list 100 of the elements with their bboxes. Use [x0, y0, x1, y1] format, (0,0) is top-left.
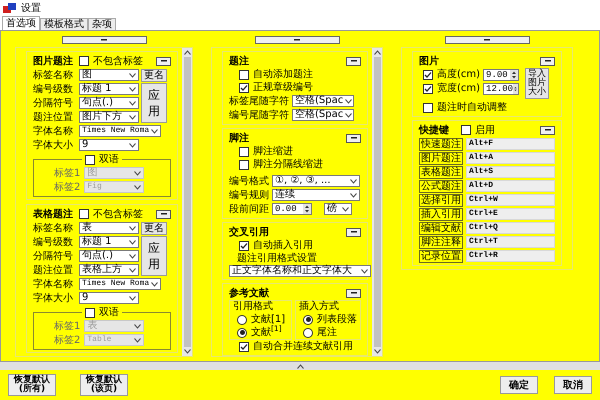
shortcut-field[interactable]: Ctrl+E: [466, 208, 555, 220]
dropdown[interactable]: ①, ②, ③, ...: [272, 175, 360, 187]
dropdown[interactable]: 图: [79, 69, 139, 81]
shortcut-field[interactable]: Ctrl+T: [466, 236, 555, 248]
dropdown[interactable]: 连续: [272, 189, 360, 201]
dropdown[interactable]: 9: [79, 139, 139, 151]
collapse-button[interactable]: [346, 288, 361, 298]
cancel-button[interactable]: 取消: [554, 376, 592, 394]
checkbox[interactable]: [423, 70, 433, 80]
dropdown[interactable]: Times New Roma: [79, 125, 161, 137]
shortcut-field[interactable]: Alt+A: [466, 152, 555, 164]
restore-all-button[interactable]: 恢复默认(所有): [8, 374, 56, 396]
radio-button[interactable]: [237, 314, 247, 324]
checkbox[interactable]: [423, 84, 433, 94]
scrollbar[interactable]: [372, 48, 382, 356]
apply-button[interactable]: 应用: [141, 236, 167, 276]
scroll-up-icon[interactable]: [374, 50, 380, 55]
section-title: 图片题注: [33, 54, 73, 68]
chevron-down-icon: [134, 170, 142, 176]
scroll-down-icon[interactable]: [184, 349, 190, 354]
checkbox[interactable]: [239, 70, 249, 80]
rename-button[interactable]: 更名: [141, 222, 167, 234]
collapse-button[interactable]: [540, 56, 555, 66]
radio-label: 列表段落: [317, 312, 357, 326]
collapse-bar[interactable]: [62, 36, 146, 44]
dropdown[interactable]: 句点(.): [79, 250, 139, 262]
tab[interactable]: 模板格式: [40, 18, 88, 30]
checkbox[interactable]: [239, 146, 249, 156]
checkbox[interactable]: [85, 308, 95, 318]
rename-button[interactable]: 更名: [141, 68, 167, 82]
dropdown[interactable]: 9: [79, 292, 139, 304]
shortcut-field[interactable]: Ctrl+W: [466, 194, 555, 206]
group-title: 引用格式: [233, 301, 274, 313]
checkbox[interactable]: [239, 240, 249, 250]
scrollbar[interactable]: [182, 48, 192, 356]
field-label: 分隔符号: [33, 96, 74, 110]
field-label: 标签1: [54, 166, 80, 180]
shortcut-label: 快速题注: [419, 138, 463, 150]
shortcut-field[interactable]: Ctrl+Q: [466, 222, 555, 234]
shortcut-field[interactable]: Ctrl+R: [466, 250, 555, 262]
checkbox[interactable]: [461, 125, 471, 135]
tab[interactable]: 杂项: [88, 18, 116, 30]
collapse-button[interactable]: [156, 56, 171, 66]
shortcut-field[interactable]: Alt+S: [466, 166, 555, 178]
radio-button[interactable]: [237, 328, 247, 338]
scroll-down-icon[interactable]: [374, 349, 380, 354]
dropdown[interactable]: 磅: [324, 203, 352, 215]
field-label: 字体名称: [33, 124, 74, 138]
collapse-bar[interactable]: [254, 36, 340, 44]
minus-icon: [350, 292, 356, 294]
app-icon: [3, 2, 17, 14]
radio-button[interactable]: [303, 314, 313, 324]
shortcut-field[interactable]: Alt+D: [466, 180, 555, 192]
field-label: 编号尾随字符: [229, 108, 289, 122]
import-size-button[interactable]: 导入图片大小: [525, 68, 550, 99]
dropdown[interactable]: 空格(Spac: [292, 109, 354, 121]
checkbox-label: 不包含标签: [93, 208, 143, 222]
dropdown[interactable]: 标题 1: [79, 83, 139, 95]
shortcut-label: 编辑文献: [419, 222, 463, 234]
collapse-button[interactable]: [346, 228, 361, 236]
apply-button[interactable]: 应用: [141, 83, 167, 123]
chevron-down-icon: [342, 206, 349, 212]
checkbox-label: 不包含标签: [93, 54, 143, 68]
field-label: 标签名称: [33, 222, 74, 236]
checkbox[interactable]: [79, 209, 89, 219]
checkbox-label: 自动插入引用: [253, 238, 313, 252]
restore-page-button[interactable]: 恢复默认(该页): [80, 374, 128, 396]
checkbox[interactable]: [423, 102, 433, 112]
chevron-down-icon: [129, 240, 136, 244]
checkbox[interactable]: [239, 82, 249, 92]
collapse-button[interactable]: [346, 56, 361, 66]
scroll-up-icon[interactable]: [184, 50, 190, 55]
collapse-button[interactable]: [156, 210, 171, 218]
spin-arrows-icon: [303, 204, 311, 214]
chevron-down-icon: [129, 268, 136, 272]
dropdown[interactable]: 标题 1: [79, 236, 139, 248]
collapse-bar[interactable]: [444, 36, 530, 44]
checkbox[interactable]: [85, 154, 95, 164]
dropdown[interactable]: Times New Roma: [79, 278, 161, 290]
dropdown[interactable]: 表: [79, 222, 139, 234]
shortcut-label: 选择引用: [419, 194, 463, 206]
checkbox[interactable]: [239, 160, 249, 170]
spin-field[interactable]: 0.00: [272, 203, 312, 215]
shortcut-label: 表格题注: [419, 166, 463, 178]
dropdown[interactable]: 图片下方: [79, 111, 139, 123]
dropdown[interactable]: 句点(.): [79, 97, 139, 109]
checkbox[interactable]: [79, 56, 89, 66]
dropdown[interactable]: 表格上方: [79, 264, 139, 276]
collapse-button[interactable]: [540, 126, 555, 134]
collapse-button[interactable]: [346, 134, 361, 142]
checkbox[interactable]: [239, 342, 249, 352]
ok-button[interactable]: 确定: [500, 376, 538, 394]
shortcut-field[interactable]: Alt+F: [466, 138, 555, 150]
dropdown[interactable]: 空格(Spac: [292, 95, 354, 107]
tab[interactable]: 首选项: [2, 16, 40, 30]
field-label: 段前间距: [229, 202, 269, 216]
spin-field[interactable]: 12.00: [483, 82, 520, 94]
radio-button[interactable]: [303, 328, 313, 338]
spin-field[interactable]: 9.00: [483, 68, 520, 80]
dropdown[interactable]: 正文字体名称和正文字体大: [229, 265, 371, 277]
